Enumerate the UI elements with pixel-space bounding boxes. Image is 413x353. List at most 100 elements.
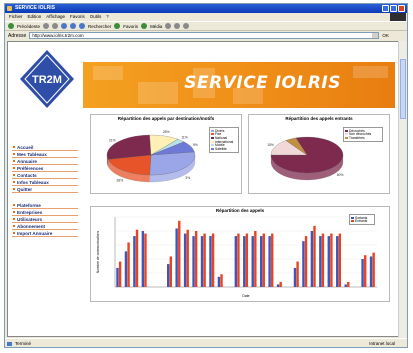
bar-sortants: [251, 236, 254, 287]
bar-entrants: [211, 233, 215, 287]
menu-favorites[interactable]: Favoris: [70, 13, 85, 21]
nav-menu: Accueil Mes Tableaux Annuaire Préférences Co…: [12, 144, 78, 246]
print-icon[interactable]: [183, 23, 190, 29]
bar-entrants: [169, 256, 173, 287]
pie-slice-label: 80%: [337, 173, 344, 177]
history-icon[interactable]: [165, 23, 172, 29]
bar-sortants: [268, 236, 271, 287]
legend-label: Transférés: [349, 135, 365, 140]
page-content: TR2M SERVICE IOLRIS Accueil Mes Tableaux A…: [7, 41, 399, 337]
bar-sortants: [243, 236, 246, 287]
nav-item-group2-4[interactable]: Import Annuaire: [12, 230, 78, 237]
bar-chart-panel: Répartition des appels Nombre de communi…: [90, 206, 390, 302]
nav-item-group2-1[interactable]: Entreprises: [12, 209, 78, 216]
banner-title: SERVICE IOLRIS: [184, 73, 341, 93]
pie2-legend: Décrochés Non décrochés Transférés: [343, 127, 383, 142]
bar-legend: Sortants Entrants: [349, 214, 375, 226]
bar-sortants: [276, 284, 280, 287]
bar-sortants: [369, 256, 373, 287]
home-icon[interactable]: [70, 23, 77, 29]
pie-slice-label: 28%: [163, 130, 170, 134]
legend-swatch: [211, 133, 214, 136]
maximize-button[interactable]: [390, 5, 397, 12]
legend-swatch: [211, 144, 214, 147]
bar-sortants: [124, 251, 128, 287]
bar-sortants: [192, 236, 195, 287]
bar-entrants: [347, 281, 350, 287]
bar-entrants: [245, 233, 249, 287]
nav-item-group1-0[interactable]: Accueil: [12, 144, 78, 151]
nav-item-group2-2[interactable]: Utilisateurs: [12, 216, 78, 223]
bar-entrants: [313, 225, 316, 287]
favorites-button[interactable]: Favoris: [123, 24, 138, 29]
menu-view[interactable]: Affichage: [46, 13, 65, 21]
nav-item-group1-2[interactable]: Annuaire: [12, 158, 78, 165]
nav-item-group2-3[interactable]: Abonnement: [12, 223, 78, 230]
bar-sortants: [336, 236, 339, 287]
bar-entrants: [338, 233, 342, 287]
forward-icon[interactable]: [43, 23, 50, 29]
refresh-icon[interactable]: [61, 23, 68, 29]
pie-slice-label: 3%: [185, 176, 190, 180]
scroll-thumb[interactable]: [400, 59, 406, 119]
nav-item-group1-6[interactable]: Quitter: [12, 186, 78, 193]
bar-sortants: [200, 236, 204, 287]
legend-swatch: [351, 220, 354, 223]
nav-item-group1-1[interactable]: Mes Tableaux: [12, 151, 78, 158]
bar-entrants: [127, 242, 130, 287]
bar-sortants: [183, 233, 187, 287]
media-icon[interactable]: [141, 23, 148, 29]
minimize-button[interactable]: [382, 5, 389, 12]
bar-entrants: [135, 229, 139, 287]
close-button[interactable]: [398, 5, 405, 12]
legend-swatch: [211, 136, 214, 139]
nav-item-group1-5[interactable]: Infos Tableaux: [12, 179, 78, 186]
bar-entrants: [304, 236, 308, 287]
back-button[interactable]: Précédente: [17, 24, 40, 29]
windows-logo: [390, 13, 406, 21]
window-title: SERVICE IOLRIS: [15, 5, 55, 11]
logo-text: TR2M: [32, 74, 62, 86]
bar-entrants: [262, 233, 265, 287]
nav-item-group1-3[interactable]: Préférences: [12, 165, 78, 172]
go-button[interactable]: OK: [382, 33, 389, 38]
bar-chart-svg: Nombre de communications Date: [96, 216, 377, 298]
bar-sortants: [319, 236, 322, 287]
search-icon[interactable]: [79, 23, 86, 29]
menu-edit[interactable]: Edition: [28, 13, 42, 21]
bar-sortants: [175, 228, 178, 287]
menu-file[interactable]: Fichier: [9, 13, 23, 21]
y-axis-label: Nombre de communications: [96, 231, 100, 274]
address-input[interactable]: http://www.iolris.tr2m.com: [29, 32, 380, 39]
bar-entrants: [330, 233, 333, 287]
bar-entrants: [363, 255, 367, 287]
address-bar: Adresse http://www.iolris.tr2m.com OK: [5, 31, 407, 40]
nav-item-group1-4[interactable]: Contacts: [12, 172, 78, 179]
bar-sortants: [141, 231, 145, 287]
bar-entrants: [186, 229, 189, 287]
bar-entrants: [321, 233, 325, 287]
pie-chart-panel-incoming: Répartition des appels entrants 80% 15% D…: [248, 114, 390, 194]
favorites-icon[interactable]: [114, 23, 121, 29]
search-button[interactable]: Rechercher: [88, 24, 111, 29]
bar-entrants: [118, 261, 122, 287]
bar-entrants: [279, 281, 282, 287]
status-text: Terminé: [15, 341, 32, 346]
legend-label: Satellite: [215, 146, 227, 151]
bar-entrants: [220, 274, 223, 287]
legend-item: Entrants: [351, 219, 373, 223]
media-button[interactable]: Média: [150, 24, 162, 29]
header-banner: SERVICE IOLRIS: [83, 62, 395, 108]
nav-item-group2-0[interactable]: Plateforme: [12, 202, 78, 209]
title-bar: SERVICE IOLRIS: [5, 4, 407, 13]
bar-entrants: [271, 233, 274, 287]
bar-entrants: [178, 220, 181, 287]
menu-help[interactable]: ?: [106, 13, 109, 21]
bar-sortants: [259, 236, 263, 287]
stop-icon[interactable]: [52, 23, 59, 29]
mail-icon[interactable]: [174, 23, 181, 29]
back-icon[interactable]: [8, 23, 14, 29]
vertical-scrollbar[interactable]: [398, 41, 406, 337]
menu-bar: Fichier Edition Affichage Favoris Outils…: [5, 13, 407, 21]
menu-tools[interactable]: Outils: [90, 13, 102, 21]
